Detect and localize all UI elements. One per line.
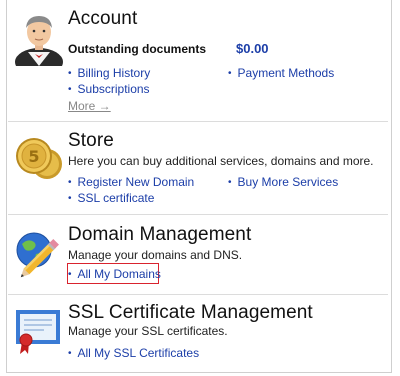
bullet-icon: • — [228, 68, 232, 79]
subscriptions-link[interactable]: • Subscriptions — [68, 82, 150, 96]
domain-management-description: Manage your domains and DNS. — [68, 248, 243, 262]
globe-pencil-icon — [12, 226, 66, 280]
section-divider — [8, 121, 388, 122]
ssl-certificate-link[interactable]: • SSL certificate — [68, 191, 154, 205]
all-my-ssl-certificates-link[interactable]: • All My SSL Certificates — [68, 346, 199, 360]
bullet-icon: • — [228, 177, 232, 188]
section-divider — [8, 214, 388, 215]
certificate-icon — [14, 306, 64, 356]
register-new-domain-link[interactable]: • Register New Domain — [68, 175, 194, 189]
more-link[interactable]: More → — [68, 99, 111, 113]
butler-avatar-icon — [14, 12, 64, 76]
gold-coin-icon: 5 — [14, 134, 64, 182]
account-title: Account — [68, 8, 138, 29]
buy-more-services-link[interactable]: • Buy More Services — [228, 175, 338, 189]
bullet-icon: • — [68, 193, 72, 204]
store-title: Store — [68, 130, 114, 151]
bullet-icon: • — [68, 177, 72, 188]
ssl-management-description: Manage your SSL certificates. — [68, 324, 228, 338]
store-description: Here you can buy additional services, do… — [68, 154, 374, 168]
outstanding-amount: $0.00 — [236, 41, 269, 56]
payment-methods-link[interactable]: • Payment Methods — [228, 66, 334, 80]
domain-management-title: Domain Management — [68, 224, 252, 245]
bullet-icon: • — [68, 84, 72, 95]
billing-history-link[interactable]: • Billing History — [68, 66, 150, 80]
ssl-management-title: SSL Certificate Management — [68, 302, 313, 323]
outstanding-documents-label: Outstanding documents — [68, 42, 206, 56]
bullet-icon: • — [68, 68, 72, 79]
all-my-domains-link[interactable]: • All My Domains — [68, 267, 161, 281]
svg-text:5: 5 — [28, 147, 39, 166]
bullet-icon: • — [68, 269, 72, 280]
bullet-icon: • — [68, 348, 72, 359]
section-divider — [8, 294, 388, 295]
